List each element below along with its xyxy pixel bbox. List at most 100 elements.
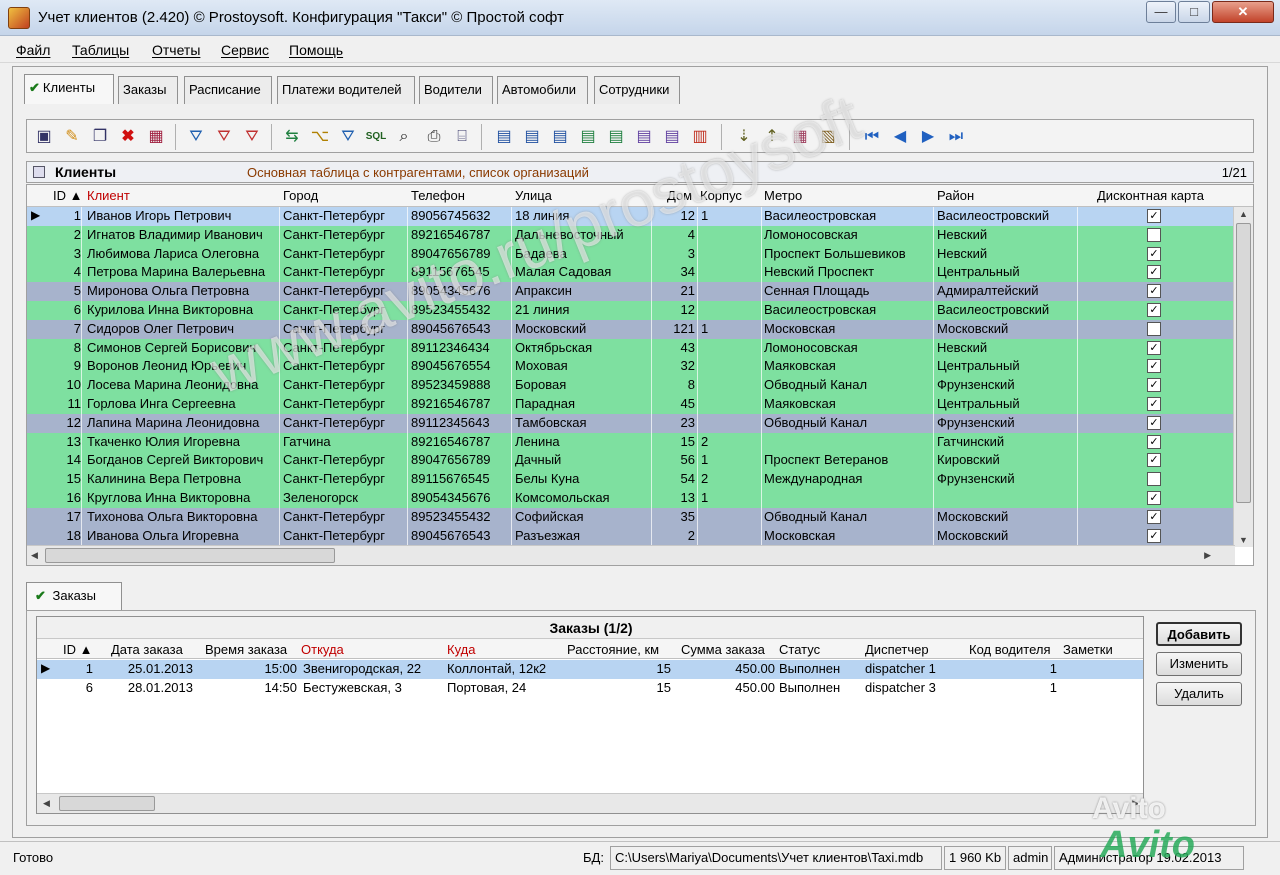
table-row[interactable]: 18 Иванова Ольга Игоревна Санкт-Петербург 8… [27,526,1235,546]
col-district[interactable]: Район [937,188,974,203]
scroll-down-icon[interactable]: ▼ [1239,535,1248,545]
horizontal-scrollbar[interactable]: ◀ ▶ [37,793,1143,813]
filter-remove-icon[interactable]: ⛛ [241,126,263,148]
horizontal-scrollbar[interactable]: ◀ ▶ [27,545,1235,565]
col-sum[interactable]: Сумма заказа [681,642,765,657]
table-icon[interactable]: ▦ [145,126,167,148]
edit-icon[interactable]: ✎ [61,126,83,148]
table-row[interactable]: ▶ 1 25.01.2013 15:00 Звенигородская, 22 Колло… [37,660,1143,679]
col-order-date[interactable]: Дата заказа [111,642,183,657]
scroll-thumb[interactable] [45,548,335,563]
first-icon[interactable]: ⏮ [861,126,883,148]
discount-card-checkbox[interactable]: ✓ [1147,378,1161,393]
table-row[interactable]: 17 Тихонова Ольга Викторовна Санкт-Петербу… [27,507,1235,527]
discount-card-checkbox[interactable] [1147,227,1161,242]
excel-icon[interactable]: ▤ [521,126,543,148]
col-discount-card[interactable]: Дисконтная карта [1097,188,1204,203]
menu-help[interactable]: Помощь [289,42,343,58]
discount-card-checkbox[interactable]: ✓ [1147,415,1161,430]
maximize-button[interactable]: □ [1178,1,1210,23]
tab-driver-payments[interactable]: Платежи водителей [277,76,415,104]
col-house[interactable]: Дом [667,188,692,203]
col-id[interactable]: ID ▲ [53,188,82,203]
col-to[interactable]: Куда [447,642,475,657]
scroll-up-icon[interactable]: ▲ [1239,209,1248,219]
discount-card-checkbox[interactable]: ✓ [1147,265,1161,280]
edit-button[interactable]: Изменить [1156,652,1242,676]
col-city[interactable]: Город [283,188,318,203]
preview-icon[interactable]: ⌸ [451,126,473,148]
menu-reports[interactable]: Отчеты [152,42,200,58]
discount-card-checkbox[interactable] [1147,472,1161,487]
table-row[interactable]: 14 Богданов Сергей Викторович Санкт-Петерб… [27,451,1235,471]
menu-tables[interactable]: Таблицы [72,42,129,58]
filter-icon[interactable]: ⛛ [185,126,207,148]
tab-orders[interactable]: Заказы [118,76,178,104]
close-button[interactable]: ✕ [1212,1,1274,23]
table-row[interactable]: 5 Миронова Ольга Петровна Санкт-Петербург 8… [27,282,1235,302]
vertical-scrollbar[interactable]: ▲ ▼ [1233,207,1253,547]
refresh-icon[interactable]: ⇆ [281,126,303,148]
discount-card-checkbox[interactable]: ✓ [1147,528,1161,543]
table-row[interactable]: 9 Воронов Леонид Юрьевич Санкт-Петербург 89… [27,357,1235,377]
table-row[interactable]: 15 Калинина Вера Петровна Санкт-Петербург 8… [27,470,1235,490]
tab-orders-detail[interactable]: ✔ Заказы [26,582,122,610]
discount-card-checkbox[interactable]: ✓ [1147,434,1161,449]
discount-card-checkbox[interactable]: ✓ [1147,509,1161,524]
table-row[interactable]: 6 28.01.2013 14:50 Бестужевская, 3 Портовая,… [37,679,1143,698]
prev-icon[interactable]: ◀ [889,126,911,148]
col-korpus[interactable]: Корпус [700,188,742,203]
col-phone[interactable]: Телефон [411,188,465,203]
scroll-left-icon[interactable]: ◀ [43,798,50,809]
table-row[interactable]: 13 Ткаченко Юлия Игоревна Гатчина 892165467… [27,432,1235,452]
copy-icon[interactable]: ❐ [89,126,111,148]
sort-desc-icon[interactable]: ⇡ [761,126,783,148]
chart-icon[interactable]: ▥ [689,126,711,148]
delete-button[interactable]: Удалить [1156,682,1242,706]
tab-schedule[interactable]: Расписание [184,76,272,104]
col-order-time[interactable]: Время заказа [205,642,287,657]
menu-service[interactable]: Сервис [221,42,269,58]
col-metro[interactable]: Метро [764,188,802,203]
table-row[interactable]: ▶ 1 Иванов Игорь Петрович Санкт-Петербург 89… [27,207,1235,226]
tab-drivers[interactable]: Водители [419,76,493,104]
tab-clients[interactable]: ✔ Клиенты [24,74,114,104]
xml-icon[interactable]: ▤ [577,126,599,148]
tree-icon[interactable]: ⌥ [309,126,331,148]
discount-card-checkbox[interactable]: ✓ [1147,246,1161,261]
word-icon[interactable]: ▤ [493,126,515,148]
pdf-icon[interactable]: ▤ [661,126,683,148]
add-button[interactable]: Добавить [1156,622,1242,646]
col-from[interactable]: Откуда [301,642,344,657]
discount-card-checkbox[interactable]: ✓ [1147,340,1161,355]
discount-card-checkbox[interactable]: ✓ [1147,284,1161,299]
table-row[interactable]: 8 Симонов Сергей Борисович Санкт-Петербург… [27,338,1235,358]
delete-icon[interactable]: ✖ [117,126,139,148]
txt-icon[interactable]: ▤ [633,126,655,148]
discount-card-checkbox[interactable]: ✓ [1147,302,1161,317]
discount-card-checkbox[interactable] [1147,321,1161,336]
collapse-icon[interactable] [33,166,45,178]
table-row[interactable]: 4 Петрова Марина Валерьевна Санкт-Петербур… [27,263,1235,283]
table-row[interactable]: 6 Курилова Инна Викторовна Санкт-Петербург… [27,300,1235,320]
settings-icon[interactable]: ▧ [817,126,839,148]
print-icon[interactable]: ⎙ [423,126,445,148]
table-row[interactable]: 12 Лапина Марина Леонидовна Санкт-Петербур… [27,413,1235,433]
discount-card-checkbox[interactable]: ✓ [1147,359,1161,374]
sort-asc-icon[interactable]: ⇣ [733,126,755,148]
html-icon[interactable]: ▤ [549,126,571,148]
col-street[interactable]: Улица [515,188,552,203]
app-icon[interactable] [8,7,30,29]
col-distance[interactable]: Расстояние, км [567,642,659,657]
table-row[interactable]: 7 Сидоров Олег Петрович Санкт-Петербург 890… [27,319,1235,339]
table-row[interactable]: 11 Горлова Инга Сергеевна Санкт-Петербург 8… [27,394,1235,414]
discount-card-checkbox[interactable]: ✓ [1147,490,1161,505]
col-driver-code[interactable]: Код водителя [969,642,1051,657]
next-icon[interactable]: ▶ [917,126,939,148]
table-row[interactable]: 10 Лосева Марина Леонидовна Санкт-Петербур… [27,376,1235,396]
col-notes[interactable]: Заметки [1063,642,1113,657]
col-dispatcher[interactable]: Диспетчер [865,642,929,657]
scroll-thumb[interactable] [59,796,155,811]
scroll-left-icon[interactable]: ◀ [31,550,38,561]
last-icon[interactable]: ⏭ [945,126,967,148]
